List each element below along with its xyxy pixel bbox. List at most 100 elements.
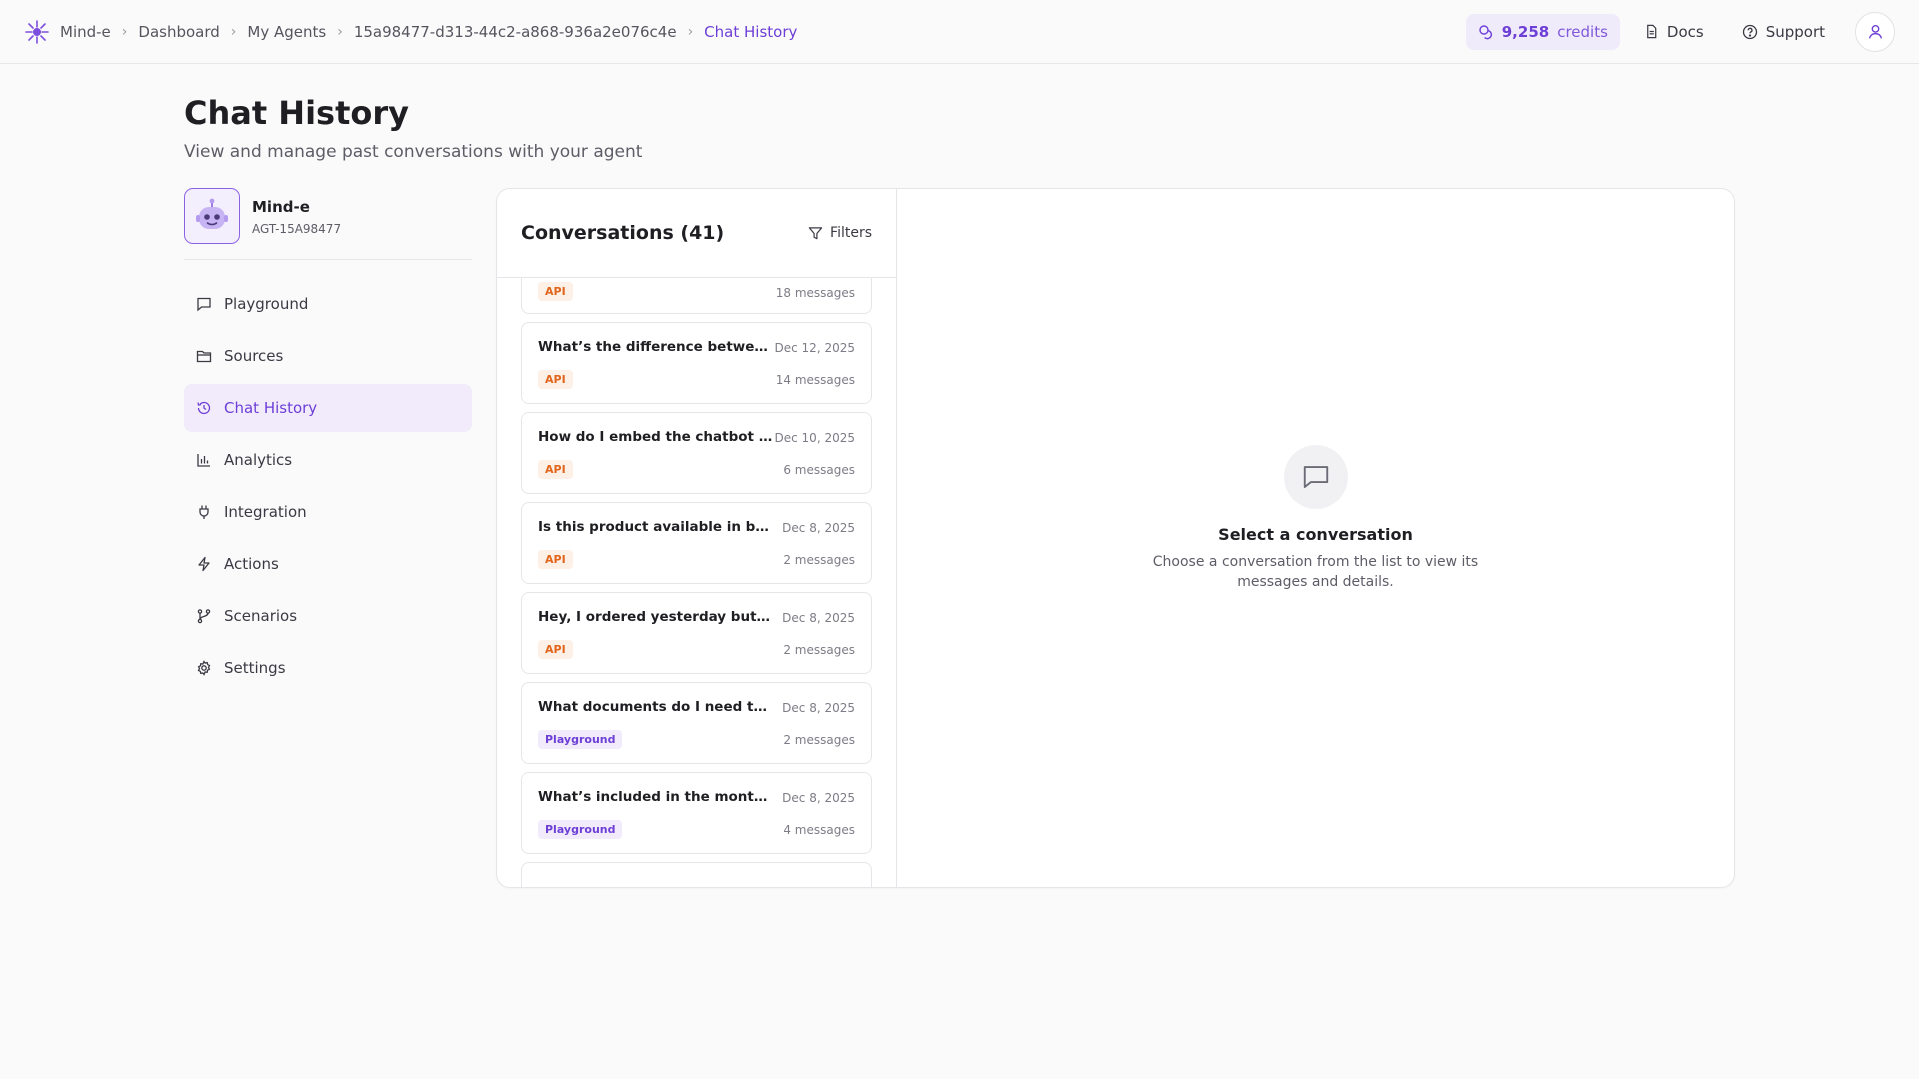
agent-avatar xyxy=(184,188,240,244)
nav-label: Scenarios xyxy=(224,607,298,625)
agent-card: Mind-e AGT-15A98477 xyxy=(184,188,472,260)
conversation-item[interactable]: Hey, I ordered yesterday but didn't get … xyxy=(521,592,872,674)
message-square-icon xyxy=(197,297,211,312)
user-icon xyxy=(1868,24,1882,39)
user-menu-button[interactable] xyxy=(1855,11,1895,52)
top-bar: Mind-e › Dashboard › My Agents › 15a9847… xyxy=(0,0,1919,64)
nav-label: Integration xyxy=(224,503,307,521)
nav-item-scenarios[interactable]: Scenarios xyxy=(184,592,472,640)
git-branch-icon xyxy=(197,609,211,624)
source-tag: Playground xyxy=(538,730,623,749)
message-count: 18 messages xyxy=(775,286,855,300)
chat-history-panel: Conversations (41) Filters API 18 messag… xyxy=(496,188,1735,888)
conversation-date: Dec 12, 2025 xyxy=(774,341,855,355)
conversation-item[interactable]: What documents do I need to get started?… xyxy=(521,682,872,764)
conversation-question: What’s included in the monthly plan? xyxy=(538,789,773,805)
conversations-title: Conversations (41) xyxy=(521,222,725,244)
nav-label: Chat History xyxy=(224,399,318,417)
page-title: Chat History xyxy=(184,94,410,132)
breadcrumb-mind-e[interactable]: Mind-e xyxy=(60,23,111,41)
coins-icon xyxy=(1479,24,1492,39)
conversation-question: Is this product available in black? xyxy=(538,519,773,535)
chevron-right-icon: › xyxy=(687,23,694,40)
robot-icon xyxy=(196,198,228,229)
nav-item-chat-history[interactable]: Chat History xyxy=(184,384,472,432)
breadcrumb: Mind-e › Dashboard › My Agents › 15a9847… xyxy=(24,19,797,45)
gear-icon xyxy=(197,660,211,676)
mind-e-logo-icon[interactable] xyxy=(24,19,50,45)
nav-item-integration[interactable]: Integration xyxy=(184,488,472,536)
conversation-date: Dec 8, 2025 xyxy=(782,611,855,625)
breadcrumb-my-agents[interactable]: My Agents xyxy=(247,23,326,41)
nav-item-analytics[interactable]: Analytics xyxy=(184,436,472,484)
conversation-scroll-area[interactable]: API 18 messages What’s the difference be… xyxy=(497,278,896,887)
source-tag: API xyxy=(538,370,573,389)
agent-name: Mind-e xyxy=(252,198,310,216)
message-count: 2 messages xyxy=(783,553,855,567)
chevron-right-icon: › xyxy=(230,23,237,40)
conversation-date: Dec 8, 2025 xyxy=(782,521,855,535)
empty-state-icon-wrap xyxy=(1283,444,1348,509)
breadcrumb-current: Chat History xyxy=(704,22,798,41)
breadcrumb-dashboard[interactable]: Dashboard xyxy=(138,23,219,41)
help-circle-icon xyxy=(1742,24,1757,39)
source-tag: API xyxy=(538,460,573,479)
docs-link[interactable]: Docs xyxy=(1630,14,1718,50)
nav-item-playground[interactable]: Playground xyxy=(184,280,472,328)
lightning-icon xyxy=(198,556,210,572)
empty-state-description: Choose a conversation from the list to v… xyxy=(1152,553,1479,590)
breadcrumb-agent-id[interactable]: 15a98477-d313-44c2-a868-936a2e076c4e xyxy=(354,23,677,41)
agent-nav: Playground Sources Chat History Analytic… xyxy=(184,280,472,696)
conversation-date: Dec 10, 2025 xyxy=(774,431,855,445)
source-tag: API xyxy=(538,282,573,301)
message-count: 2 messages xyxy=(783,643,855,657)
conversation-question: Hey, I ordered yesterday but didn't get … xyxy=(538,609,773,625)
message-count: 4 messages xyxy=(783,823,855,837)
conversation-item[interactable]: What’s the difference between the plans?… xyxy=(521,322,872,404)
folder-icon xyxy=(196,350,212,363)
conversation-detail: Select a conversation Choose a conversat… xyxy=(897,189,1734,887)
message-count: 14 messages xyxy=(775,373,855,387)
nav-label: Playground xyxy=(224,295,309,313)
source-tag: API xyxy=(538,640,573,659)
conversation-question: How do I embed the chatbot on my site? xyxy=(538,429,773,445)
conversation-date: Dec 8, 2025 xyxy=(782,701,855,715)
source-tag: Playground xyxy=(538,820,623,839)
conversation-list-header: Conversations (41) Filters xyxy=(497,189,896,278)
nav-label: Settings xyxy=(224,659,286,677)
conversation-question: What’s the difference between the plans? xyxy=(538,339,773,355)
source-tag: API xyxy=(538,550,573,569)
conversation-item[interactable]: What’s included in the monthly plan? Dec… xyxy=(521,772,872,854)
docs-label: Docs xyxy=(1666,22,1704,41)
credits-badge[interactable]: 9,258 credits xyxy=(1465,13,1620,50)
bar-chart-icon xyxy=(197,454,210,467)
conversation-item[interactable]: API 18 messages xyxy=(521,278,872,314)
history-icon xyxy=(197,401,211,415)
chevron-right-icon: › xyxy=(121,23,128,40)
nav-label: Analytics xyxy=(224,451,293,469)
conversation-item[interactable]: How do I embed the chatbot on my site? D… xyxy=(521,412,872,494)
credits-label: credits xyxy=(1557,22,1608,41)
credits-value: 9,258 xyxy=(1501,22,1550,41)
page-subtitle: View and manage past conversations with … xyxy=(184,142,643,162)
message-count: 2 messages xyxy=(783,733,855,747)
message-count: 6 messages xyxy=(783,463,855,477)
agent-id: AGT-15A98477 xyxy=(252,222,342,236)
filters-button[interactable]: Filters xyxy=(808,225,872,241)
conversation-date: Dec 8, 2025 xyxy=(782,791,855,805)
empty-state-title: Select a conversation xyxy=(1218,524,1413,544)
chevron-right-icon: › xyxy=(337,23,343,40)
nav-item-settings[interactable]: Settings xyxy=(184,644,472,692)
nav-item-actions[interactable]: Actions xyxy=(184,540,472,588)
filter-icon xyxy=(808,226,823,239)
filters-label: Filters xyxy=(830,225,872,241)
nav-label: Actions xyxy=(224,555,279,573)
conversation-item[interactable]: Is this product available in black? Dec … xyxy=(521,502,872,584)
document-icon xyxy=(1647,24,1657,39)
support-link[interactable]: Support xyxy=(1728,14,1839,50)
nav-item-sources[interactable]: Sources xyxy=(184,332,472,380)
message-square-icon xyxy=(1303,465,1328,488)
conversation-item[interactable] xyxy=(521,862,872,887)
conversation-question: What documents do I need to get started? xyxy=(538,699,773,715)
nav-label: Sources xyxy=(224,347,284,365)
